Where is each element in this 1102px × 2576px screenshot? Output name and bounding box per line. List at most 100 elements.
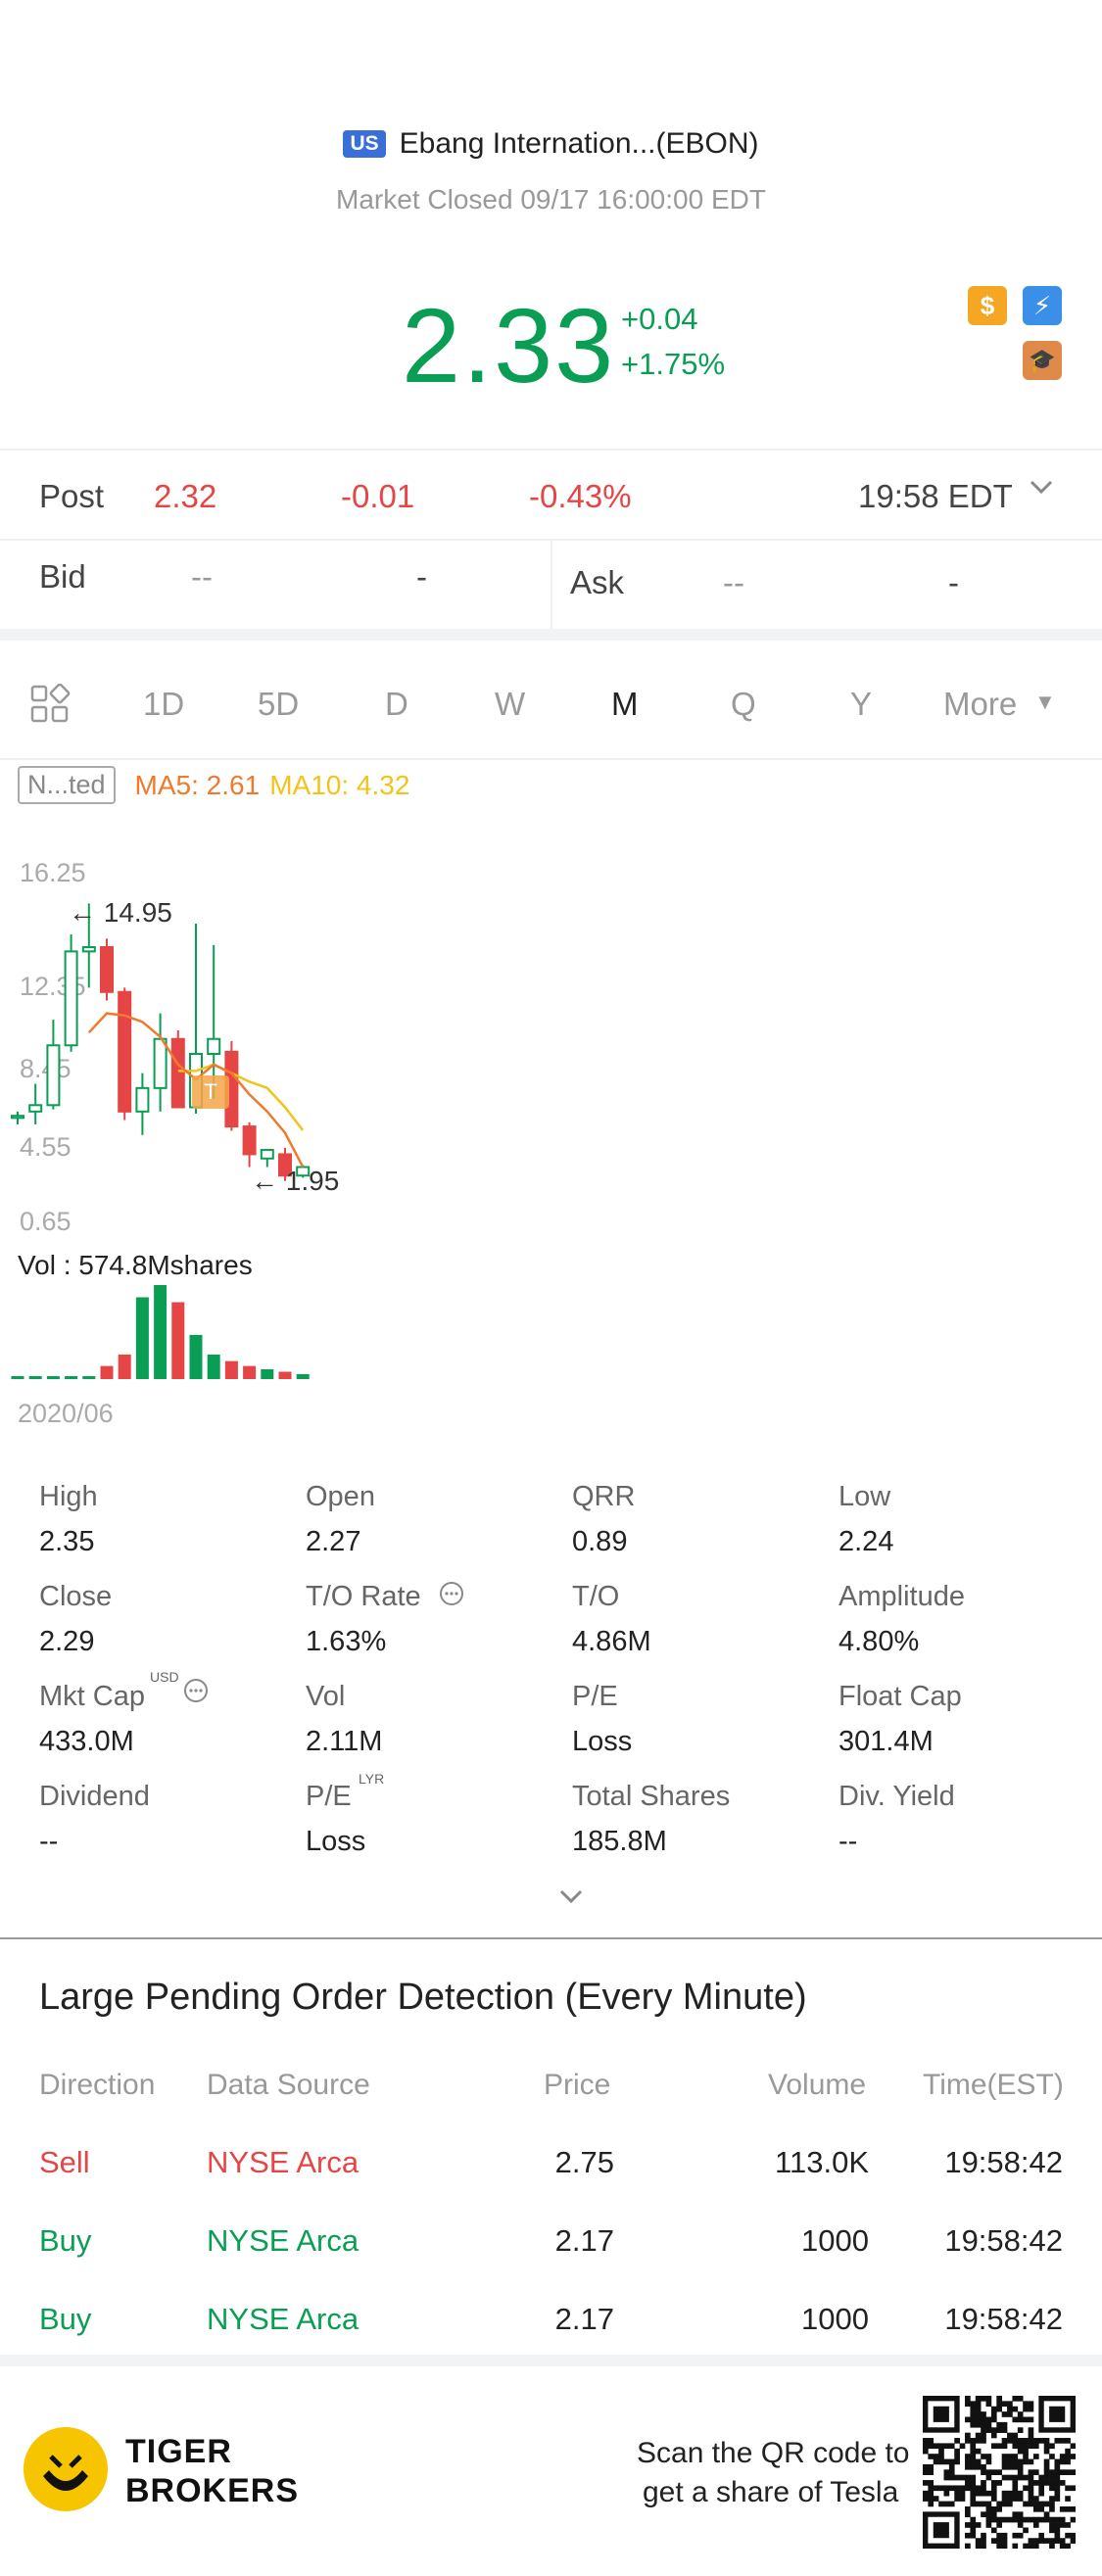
chevron-down-icon[interactable]	[1027, 472, 1056, 509]
stat-value: Loss	[572, 1726, 633, 1757]
order-volume: 1000	[801, 2302, 869, 2336]
volume-bar	[135, 1297, 149, 1379]
more-info-icon[interactable]	[183, 1678, 209, 1708]
candle-body	[242, 1125, 257, 1156]
order-direction: Buy	[39, 2223, 92, 2258]
brand-line2: BROKERS	[125, 2472, 300, 2509]
expand-chevron-icon[interactable]	[556, 1884, 586, 1913]
stat-value: 301.4M	[838, 1726, 934, 1757]
volume-bar	[154, 1285, 168, 1379]
stat-value: --	[838, 1826, 858, 1857]
tab-more[interactable]: More	[943, 686, 1017, 723]
education-icon[interactable]: 🎓	[1023, 341, 1062, 380]
low-marker: ← 1.95	[251, 1166, 340, 1196]
post-market-row: Post 2.32 -0.01 -0.43% 19:58 EDT	[0, 470, 1102, 529]
tab-w[interactable]: W	[495, 686, 525, 723]
order-time: 19:58:42	[944, 2223, 1063, 2258]
stat-label: Close	[39, 1581, 113, 1612]
divider	[0, 758, 1102, 760]
candle-body	[81, 946, 96, 953]
tab-y[interactable]: Y	[850, 686, 872, 723]
promo-line1: Scan the QR code to	[637, 2437, 910, 2469]
period-tabs: 1D 5D D W M Q Y More ▼	[0, 676, 1102, 735]
order-volume: 113.0K	[775, 2145, 869, 2179]
stat-label: Float Cap	[838, 1681, 962, 1712]
bid-label: Bid	[39, 558, 86, 595]
tab-d[interactable]: D	[385, 686, 408, 723]
mkt-cap-currency: USD	[150, 1669, 179, 1685]
tab-1d[interactable]: 1D	[143, 686, 184, 723]
candle-body	[64, 950, 78, 1047]
bid-price: --	[191, 558, 213, 595]
order-price: 2.17	[554, 2302, 614, 2336]
tab-5d[interactable]: 5D	[258, 686, 299, 723]
post-time[interactable]: 19:58 EDT	[858, 478, 1013, 515]
volume-bar	[171, 1302, 185, 1379]
col-time: Time(EST)	[923, 2069, 1064, 2101]
candle-body	[153, 1037, 168, 1089]
candle-body	[135, 1086, 150, 1113]
lightning-icon[interactable]: ⚡	[1023, 286, 1062, 325]
divider-vertical	[551, 541, 552, 629]
stat-label: QRR	[572, 1481, 636, 1512]
post-label: Post	[39, 478, 105, 514]
order-time: 19:58:42	[944, 2302, 1063, 2336]
stat-label: Total Shares	[572, 1781, 731, 1812]
stock-title: Ebang Internation...(EBON)	[399, 127, 759, 160]
stat-label: Mkt Cap	[39, 1681, 145, 1712]
stat-value: 1.63%	[306, 1626, 387, 1657]
order-volume: 1000	[801, 2223, 869, 2258]
stat-label: P/E	[572, 1681, 618, 1712]
stat-value: --	[39, 1826, 59, 1857]
stat-value: 4.86M	[572, 1626, 651, 1657]
candle-body	[46, 1044, 61, 1107]
stat-label: T/O Rate	[306, 1581, 421, 1612]
stat-label: Open	[306, 1481, 375, 1512]
volume-bar	[224, 1360, 238, 1379]
stat-value: 4.80%	[838, 1626, 920, 1657]
volume-bar	[118, 1354, 131, 1379]
volume-chart	[11, 1285, 310, 1379]
volume-bar	[82, 1376, 96, 1379]
stat-label: Amplitude	[838, 1581, 965, 1612]
order-direction: Sell	[39, 2145, 90, 2179]
candle-body	[260, 1149, 274, 1160]
volume-bar	[296, 1373, 310, 1379]
volume-label: Vol : 574.8Mshares	[18, 1250, 253, 1280]
last-price: 2.33	[402, 286, 616, 405]
more-info-icon[interactable]	[439, 1581, 464, 1611]
high-marker-value: 14.95	[103, 897, 172, 928]
candle-body	[118, 990, 132, 1113]
order-direction: Buy	[39, 2302, 92, 2336]
stat-value: 2.35	[39, 1526, 95, 1557]
stat-value: 433.0M	[39, 1726, 134, 1757]
tab-q[interactable]: Q	[731, 686, 756, 723]
candle-body	[28, 1104, 43, 1113]
candle-body	[100, 946, 114, 993]
brand-line1: TIGER	[125, 2433, 232, 2470]
divider	[0, 449, 1102, 451]
grid-icon[interactable]	[29, 683, 71, 733]
order-price: 2.17	[554, 2223, 614, 2258]
stock-title-row: US Ebang Internation...(EBON)	[0, 127, 1102, 161]
qr-code[interactable]	[923, 2396, 1076, 2549]
stat-value: 185.8M	[572, 1826, 667, 1857]
adjust-button[interactable]: N...ted	[18, 766, 116, 804]
volume-bar	[243, 1365, 257, 1379]
dollar-icon[interactable]: $	[968, 286, 1007, 325]
x-start-label: 2020/06	[18, 1399, 114, 1428]
candle-body	[170, 1037, 185, 1109]
col-direction: Direction	[39, 2069, 156, 2101]
section-divider	[0, 2355, 1102, 2366]
tab-m[interactable]: M	[611, 686, 639, 723]
order-time: 19:58:42	[944, 2145, 1063, 2179]
trade-marker-icon[interactable]: T	[192, 1075, 229, 1109]
market-badge: US	[343, 130, 386, 158]
stat-label: Vol	[306, 1681, 346, 1712]
section-divider	[0, 1937, 1102, 1939]
ask-size: -	[948, 564, 959, 600]
candlestick-chart[interactable]	[0, 862, 353, 1215]
caret-down-icon[interactable]: ▼	[1034, 690, 1056, 715]
volume-bar	[11, 1376, 24, 1379]
post-change-pct: -0.43%	[529, 478, 632, 514]
